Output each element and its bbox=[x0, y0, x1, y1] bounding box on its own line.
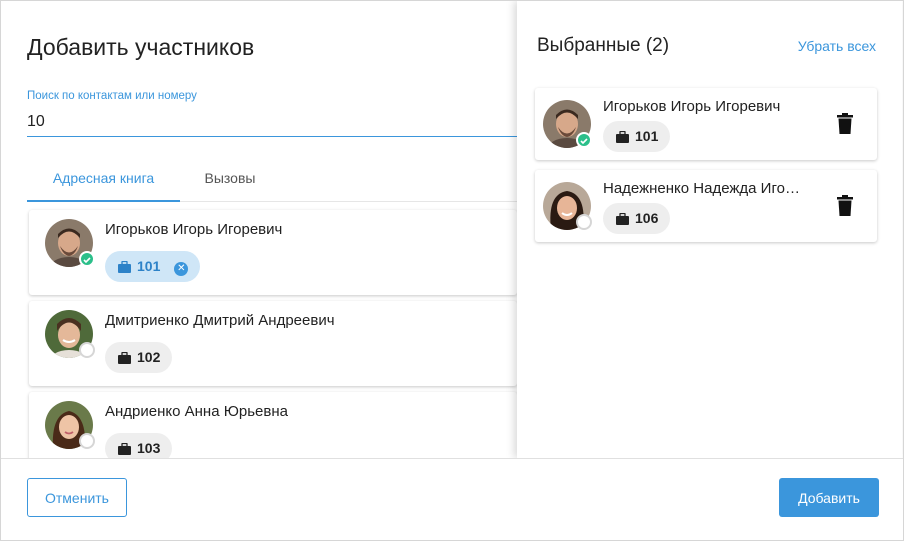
offline-status-icon bbox=[576, 214, 592, 230]
selected-title: Выбранные (2) bbox=[537, 35, 670, 56]
trash-icon[interactable] bbox=[837, 195, 853, 216]
extension-chip[interactable]: 103 bbox=[105, 433, 173, 458]
dialog-footer: Отменить Добавить bbox=[1, 458, 903, 540]
extension-chip[interactable]: 102 bbox=[105, 342, 173, 373]
cancel-button[interactable]: Отменить bbox=[27, 478, 127, 517]
trash-icon[interactable] bbox=[837, 113, 853, 134]
remove-extension-icon[interactable]: ✕ bbox=[174, 262, 189, 276]
contacts-pane: Добавить участников Поиск по контактам и… bbox=[1, 1, 517, 458]
contact-card[interactable]: Дмитриенко Дмитрий Андреевич 102 bbox=[29, 301, 517, 386]
briefcase-icon bbox=[118, 351, 131, 364]
contact-name: Андриенко Анна Юрьевна bbox=[105, 403, 288, 420]
extension-chip[interactable]: 101 ✕ bbox=[105, 251, 201, 282]
contact-card[interactable]: Андриенко Анна Юрьевна 103 bbox=[29, 392, 517, 458]
tabs: Адресная книга Вызовы bbox=[27, 158, 517, 202]
extension-number: 103 bbox=[137, 440, 161, 456]
search-label: Поиск по контактам или номеру bbox=[27, 90, 197, 102]
briefcase-icon bbox=[118, 442, 131, 455]
extension-chip: 106 bbox=[603, 203, 671, 234]
contact-name: Дмитриенко Дмитрий Андреевич bbox=[105, 312, 335, 329]
add-button[interactable]: Добавить bbox=[779, 478, 879, 517]
clear-all-link[interactable]: Убрать всех bbox=[798, 38, 876, 54]
tab-address-book[interactable]: Адресная книга bbox=[27, 158, 180, 202]
briefcase-icon bbox=[118, 260, 131, 273]
selected-item: Игорьков Игорь Игоревич 101 bbox=[535, 88, 877, 160]
online-status-icon bbox=[576, 132, 592, 148]
selected-name: Игорьков Игорь Игоревич bbox=[603, 98, 781, 115]
briefcase-icon bbox=[616, 212, 629, 225]
selected-panel: Выбранные (2) Убрать всех Игорьков Игорь… bbox=[517, 1, 902, 458]
extension-number: 101 bbox=[635, 128, 659, 144]
extension-chip: 101 bbox=[603, 121, 671, 152]
briefcase-icon bbox=[616, 130, 629, 143]
selected-name: Надежненко Надежда Игоревна bbox=[603, 180, 808, 197]
offline-status-icon bbox=[79, 342, 95, 358]
online-status-icon bbox=[79, 251, 95, 267]
dialog-title: Добавить участников bbox=[27, 34, 255, 60]
contact-card[interactable]: Игорьков Игорь Игоревич 101 ✕ bbox=[29, 210, 517, 295]
selected-item: Надежненко Надежда Игоревна 106 bbox=[535, 170, 877, 242]
tab-calls[interactable]: Вызовы bbox=[180, 158, 280, 202]
add-participants-dialog: Добавить участников Поиск по контактам и… bbox=[0, 0, 904, 541]
extension-number: 102 bbox=[137, 349, 161, 365]
offline-status-icon bbox=[79, 433, 95, 449]
contact-name: Игорьков Игорь Игоревич bbox=[105, 221, 283, 238]
extension-number: 101 bbox=[137, 258, 161, 274]
extension-number: 106 bbox=[635, 210, 659, 226]
search-input[interactable] bbox=[27, 107, 517, 137]
